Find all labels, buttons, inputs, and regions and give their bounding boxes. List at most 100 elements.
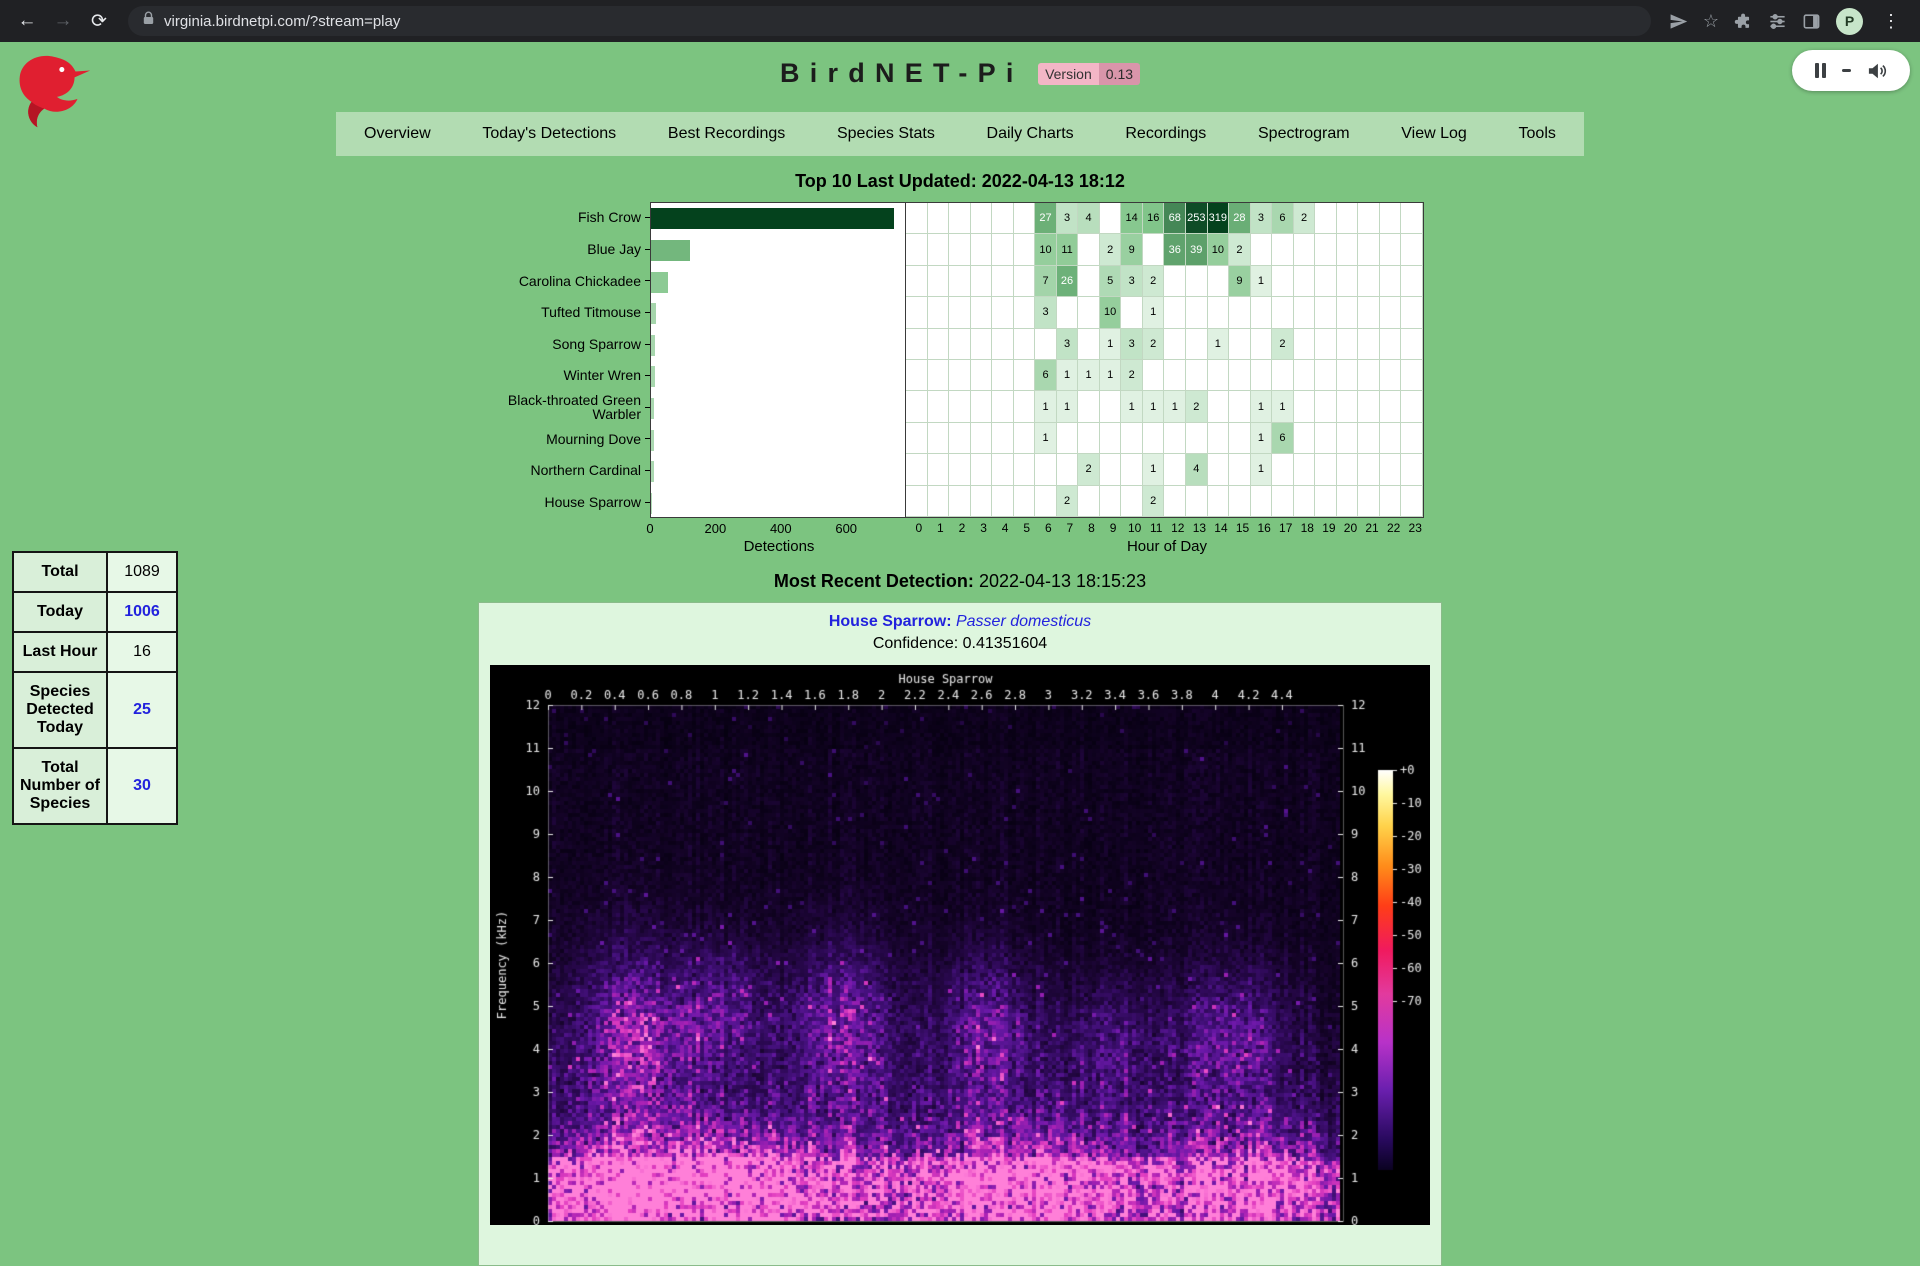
heatmap-cell xyxy=(971,266,993,297)
tune-icon[interactable] xyxy=(1768,12,1787,31)
heatmap-cell xyxy=(1315,203,1337,234)
heatmap-cell xyxy=(928,486,950,517)
heatmap-cell xyxy=(1078,423,1100,454)
stats-value-link[interactable]: 30 xyxy=(107,748,177,824)
stats-row: Species Detected Today25 xyxy=(13,672,177,748)
nav-item-species-stats[interactable]: Species Stats xyxy=(817,112,955,156)
speaker-icon[interactable] xyxy=(1867,62,1887,80)
nav-item-spectrogram[interactable]: Spectrogram xyxy=(1238,112,1370,156)
heatmap-cell: 1 xyxy=(1057,391,1079,422)
heatmap-cell xyxy=(928,391,950,422)
hour-axis-tick: 18 xyxy=(1297,521,1319,538)
hour-axis-tick: 2 xyxy=(951,521,973,538)
heatmap-cell xyxy=(1014,454,1036,485)
heatmap-cell xyxy=(971,297,993,328)
refresh-icon[interactable]: ⟳ xyxy=(84,6,114,36)
heatmap-cell xyxy=(1229,360,1251,391)
heatmap-cell xyxy=(1380,454,1402,485)
heatmap-cell xyxy=(1164,297,1186,328)
heatmap-cell xyxy=(1014,486,1036,517)
hour-axis-tick: 22 xyxy=(1383,521,1405,538)
forward-icon[interactable]: → xyxy=(48,6,78,36)
hour-axis-tick: 3 xyxy=(973,521,995,538)
version-value-badge: 0.13 xyxy=(1099,63,1140,85)
scientific-name-link[interactable]: Passer domesticus xyxy=(956,613,1091,630)
birdnet-logo-icon[interactable] xyxy=(10,50,100,138)
heatmap-cell xyxy=(1078,486,1100,517)
profile-avatar[interactable]: P xyxy=(1836,8,1863,35)
pause-icon[interactable] xyxy=(1815,63,1826,78)
heatmap-cell xyxy=(1164,454,1186,485)
heatmap-cell xyxy=(1121,486,1143,517)
send-icon[interactable] xyxy=(1669,12,1688,31)
heatmap-cell: 1 xyxy=(1251,266,1273,297)
heatmap-cell xyxy=(1078,391,1100,422)
species-name-link[interactable]: House Sparrow: xyxy=(829,613,952,630)
heatmap-cell xyxy=(1294,391,1316,422)
heatmap-cell xyxy=(1164,486,1186,517)
nav-item-recordings[interactable]: Recordings xyxy=(1105,112,1226,156)
heatmap-cell xyxy=(1100,454,1122,485)
detection-bar xyxy=(651,272,668,293)
heatmap-cell xyxy=(1315,360,1337,391)
heatmap-xlabel: Hour of Day xyxy=(908,538,1426,555)
heatmap-cell xyxy=(949,423,971,454)
menu-dots-icon[interactable]: ⋮ xyxy=(1878,11,1904,32)
nav-item-today-s-detections[interactable]: Today's Detections xyxy=(462,112,636,156)
heatmap-cell xyxy=(1315,454,1337,485)
stats-value-link[interactable]: 25 xyxy=(107,672,177,748)
heatmap-cell xyxy=(1401,297,1423,328)
side-panel-icon[interactable] xyxy=(1802,12,1821,31)
heatmap-cell xyxy=(1337,360,1359,391)
heatmap-cell xyxy=(1164,423,1186,454)
heatmap-cell: 36 xyxy=(1164,234,1186,265)
heatmap-cell: 2 xyxy=(1272,329,1294,360)
nav-item-view-log[interactable]: View Log xyxy=(1381,112,1487,156)
heatmap-cell xyxy=(1014,423,1036,454)
species-label: Song Sparrow xyxy=(494,328,650,360)
heatmap-cell xyxy=(1315,391,1337,422)
stats-label: Total xyxy=(13,552,107,592)
heatmap-cell xyxy=(1337,454,1359,485)
heatmap-cell xyxy=(928,360,950,391)
heatmap-cell: 26 xyxy=(1057,266,1079,297)
bookmark-star-icon[interactable]: ☆ xyxy=(1703,11,1719,32)
heatmap-cell xyxy=(1143,360,1165,391)
heatmap-cell xyxy=(1229,297,1251,328)
heatmap-cell xyxy=(992,329,1014,360)
heatmap-cell xyxy=(928,234,950,265)
stats-row: Total1089 xyxy=(13,552,177,592)
extensions-icon[interactable] xyxy=(1734,12,1753,31)
hour-axis-tick: 7 xyxy=(1059,521,1081,538)
heatmap-cell xyxy=(1337,329,1359,360)
nav-item-overview[interactable]: Overview xyxy=(344,112,451,156)
species-label: Fish Crow xyxy=(494,202,650,234)
heatmap-cell: 39 xyxy=(1186,234,1208,265)
hour-axis-tick: 9 xyxy=(1102,521,1124,538)
chart-species-labels: Fish CrowBlue JayCarolina ChickadeeTufte… xyxy=(494,202,650,518)
back-icon[interactable]: ← xyxy=(12,6,42,36)
nav-item-tools[interactable]: Tools xyxy=(1499,112,1576,156)
omnibox[interactable]: virginia.birdnetpi.com/?stream=play xyxy=(128,6,1651,36)
heatmap-cell xyxy=(1014,391,1036,422)
bar-axis-tick: 200 xyxy=(705,521,727,536)
audio-player[interactable] xyxy=(1792,50,1910,91)
url-text[interactable]: virginia.birdnetpi.com/?stream=play xyxy=(164,13,400,30)
stats-value-link[interactable]: 1006 xyxy=(107,592,177,632)
bar-axis-tick: 600 xyxy=(835,521,857,536)
heatmap-cell xyxy=(1143,234,1165,265)
heatmap-cell: 11 xyxy=(1057,234,1079,265)
heatmap-cell: 1 xyxy=(1251,391,1273,422)
detection-bar xyxy=(651,493,652,514)
nav-item-daily-charts[interactable]: Daily Charts xyxy=(967,112,1094,156)
nav-item-best-recordings[interactable]: Best Recordings xyxy=(648,112,805,156)
species-label: House Sparrow xyxy=(494,486,650,518)
hour-axis-tick: 8 xyxy=(1081,521,1103,538)
player-dash-icon[interactable] xyxy=(1842,69,1851,72)
hour-axis-tick: 20 xyxy=(1340,521,1362,538)
heatmap-cell xyxy=(1401,234,1423,265)
heatmap-cell xyxy=(1380,297,1402,328)
heatmap-cell xyxy=(971,234,993,265)
heatmap-cell xyxy=(1337,234,1359,265)
lock-icon xyxy=(142,11,155,31)
